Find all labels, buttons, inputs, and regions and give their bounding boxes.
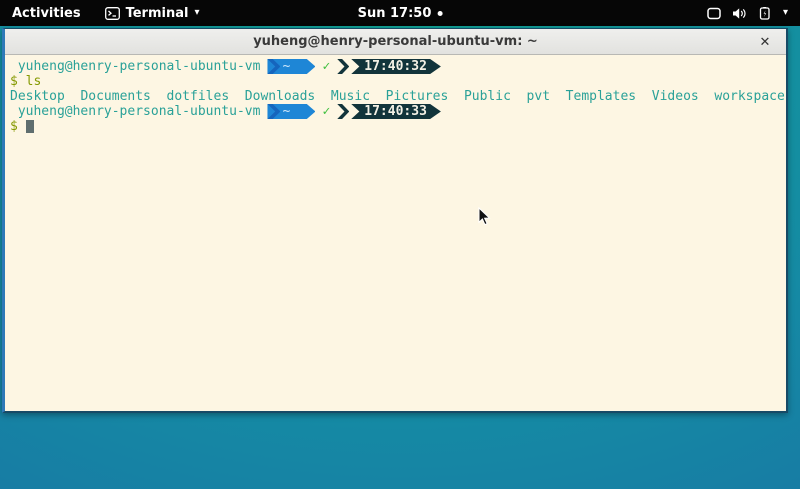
system-status-area[interactable]: ▾ — [699, 0, 796, 26]
input-line[interactable]: $ — [7, 119, 784, 134]
powerline-arrow-icon — [267, 59, 280, 74]
status-check-icon: ✓ — [322, 104, 330, 119]
app-menu-label: Terminal — [126, 6, 189, 21]
app-menu[interactable]: Terminal ▾ — [93, 0, 212, 26]
prompt-line: yuheng@henry-personal-ubuntu-vm ~ ✓ 17:4… — [7, 59, 784, 74]
prompt-symbol: $ — [10, 119, 18, 134]
powerline-arrow-icon — [337, 104, 349, 119]
prompt-user: yuheng@henry-personal-ubuntu-vm — [10, 104, 260, 119]
powerline-arrow-icon — [267, 104, 280, 119]
volume-icon — [732, 7, 747, 20]
prompt-time: 17:40:33 — [364, 104, 427, 119]
prompt-user: yuheng@henry-personal-ubuntu-vm — [10, 59, 260, 74]
prompt-path-segment: ~ — [267, 59, 315, 74]
close-button[interactable]: ✕ — [754, 29, 776, 55]
command-line: $ ls — [7, 74, 784, 89]
prompt-line: yuheng@henry-personal-ubuntu-vm ~ ✓ 17:4… — [7, 104, 784, 119]
prompt-path: ~ — [283, 59, 291, 74]
dir-entry: pvt — [527, 89, 550, 104]
terminal-body[interactable]: yuheng@henry-personal-ubuntu-vm ~ ✓ 17:4… — [5, 55, 786, 411]
titlebar[interactable]: yuheng@henry-personal-ubuntu-vm: ~ ✕ — [5, 29, 786, 55]
dir-entry: dotfiles — [167, 89, 230, 104]
activities-button[interactable]: Activities — [0, 0, 93, 26]
dir-entry: workspace — [714, 89, 784, 104]
prompt-time-segment: 17:40:33 — [351, 104, 441, 119]
terminal-app-icon — [105, 7, 120, 20]
prompt-symbol: $ — [10, 74, 18, 89]
chevron-down-icon: ▾ — [194, 8, 199, 18]
mouse-pointer-icon — [478, 207, 491, 230]
powerline-arrow-icon — [337, 59, 349, 74]
dir-entry: Documents — [80, 89, 150, 104]
window-title: yuheng@henry-personal-ubuntu-vm: ~ — [5, 34, 786, 49]
dir-entry: Templates — [566, 89, 636, 104]
dir-entry: Public — [464, 89, 511, 104]
battery-charging-icon — [758, 7, 772, 20]
dir-entry: Videos — [652, 89, 699, 104]
clock-button[interactable]: Sun 17:50 — [358, 0, 443, 26]
notification-dot-icon — [437, 11, 442, 16]
terminal-window: yuheng@henry-personal-ubuntu-vm: ~ ✕ yuh… — [2, 28, 788, 413]
chevron-down-icon: ▾ — [783, 8, 788, 18]
top-bar: Activities Terminal ▾ Sun 17:50 — [0, 0, 800, 26]
clock-label: Sun 17:50 — [358, 6, 432, 21]
prompt-time: 17:40:32 — [364, 59, 427, 74]
prompt-time-segment: 17:40:32 — [351, 59, 441, 74]
dir-entry: Downloads — [245, 89, 315, 104]
status-check-icon: ✓ — [322, 59, 330, 74]
dir-entry: Desktop — [10, 89, 65, 104]
text-cursor — [26, 120, 34, 133]
dir-entry: Pictures — [386, 89, 449, 104]
prompt-path-segment: ~ — [267, 104, 315, 119]
command-text: ls — [26, 74, 42, 89]
output-line: Desktop Documents dotfiles Downloads Mus… — [7, 89, 784, 104]
display-icon — [707, 7, 721, 20]
prompt-path: ~ — [283, 104, 291, 119]
dir-entry: Music — [331, 89, 370, 104]
